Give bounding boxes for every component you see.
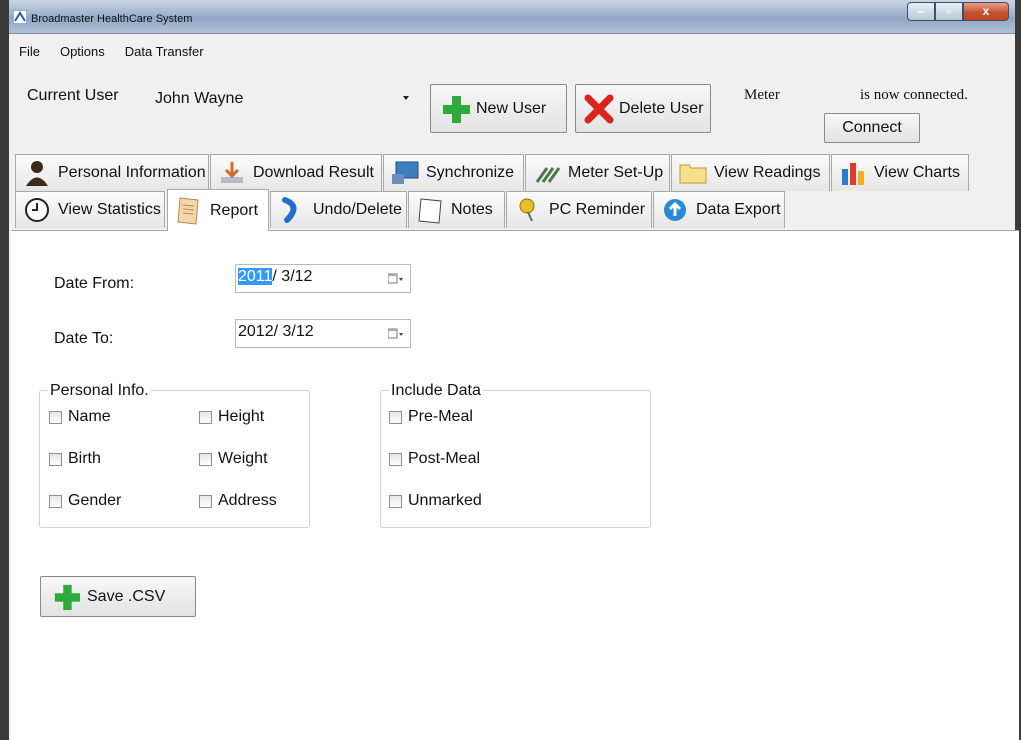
checkbox-address[interactable]: Address xyxy=(199,492,277,510)
tab-label: Undo/Delete xyxy=(313,201,402,218)
new-user-label: New User xyxy=(476,99,547,117)
plus-icon xyxy=(54,584,81,610)
minimize-icon: – xyxy=(917,4,925,18)
notes-icon xyxy=(415,195,445,225)
tab-label: View Charts xyxy=(874,164,960,181)
checkbox-gender[interactable]: Gender xyxy=(49,492,121,510)
tab-view-charts[interactable]: View Charts xyxy=(831,154,969,191)
checkbox-pre-meal[interactable]: Pre-Meal xyxy=(389,408,473,426)
calendar-dropdown-icon[interactable] xyxy=(388,328,404,340)
new-user-button[interactable]: New User xyxy=(430,84,567,133)
close-icon: x xyxy=(982,4,990,18)
download-icon xyxy=(217,158,247,188)
date-from-year-selected: 2011 xyxy=(238,268,273,285)
include-data-title: Include Data xyxy=(389,382,483,400)
save-csv-label: Save .CSV xyxy=(87,587,166,605)
tab-label: View Statistics xyxy=(58,201,161,218)
date-from-label: Date From: xyxy=(54,275,135,292)
delete-x-icon xyxy=(584,94,614,123)
tab-label: Meter Set-Up xyxy=(568,164,664,181)
tab-meter-set-up[interactable]: Meter Set-Up xyxy=(525,154,670,191)
checkbox-weight[interactable]: Weight xyxy=(199,450,268,468)
menu-options[interactable]: Options xyxy=(50,40,115,64)
tab-label: Data Export xyxy=(696,201,781,218)
date-from-rest: / 3/12 xyxy=(272,268,313,285)
clock-icon xyxy=(22,195,52,225)
tab-pc-reminder[interactable]: PC Reminder xyxy=(506,191,652,228)
tab-undo-delete[interactable]: Undo/Delete xyxy=(270,191,407,228)
tab-label: PC Reminder xyxy=(549,201,646,218)
tab-report[interactable]: Report xyxy=(167,189,269,231)
delete-user-button[interactable]: Delete User xyxy=(575,84,711,133)
checkbox-birth[interactable]: Birth xyxy=(49,450,101,468)
connect-button[interactable]: Connect xyxy=(824,113,920,143)
checkbox-height[interactable]: Height xyxy=(199,408,264,426)
save-csv-button[interactable]: Save .CSV xyxy=(40,576,196,617)
tab-download-result[interactable]: Download Result xyxy=(210,154,382,191)
tab-label: Personal Information xyxy=(58,164,206,181)
delete-user-label: Delete User xyxy=(619,99,704,117)
plus-icon xyxy=(443,95,470,123)
tab-label: Synchronize xyxy=(426,164,515,181)
bar-chart-icon xyxy=(838,158,868,188)
undo-icon xyxy=(277,195,307,225)
current-user-select[interactable]: John Wayne xyxy=(148,82,418,114)
tab-label: Report xyxy=(210,201,259,219)
checkbox-name[interactable]: Name xyxy=(49,408,111,426)
tab-label: View Readings xyxy=(714,164,821,181)
date-to-label: Date To: xyxy=(54,330,114,347)
title-bar: Broadmaster HealthCare System – ▫ x xyxy=(9,0,1015,34)
meter-label: Meter xyxy=(744,87,780,103)
date-to-picker[interactable]: 2012/ 3/12 xyxy=(235,319,411,348)
tab-notes[interactable]: Notes xyxy=(408,191,505,228)
personal-info-title: Personal Info. xyxy=(48,382,151,400)
menu-file[interactable]: File xyxy=(9,40,50,64)
app-logo-icon xyxy=(13,10,27,24)
date-from-picker[interactable]: 2011/ 3/12 xyxy=(235,264,411,293)
current-user-label: Current User xyxy=(27,87,119,104)
checkbox-unmarked[interactable]: Unmarked xyxy=(389,492,482,510)
chevron-down-icon xyxy=(403,96,409,100)
maximize-button[interactable]: ▫ xyxy=(935,2,963,21)
monitor-icon xyxy=(390,158,420,188)
tab-label: Notes xyxy=(451,201,493,218)
export-icon xyxy=(660,195,690,225)
menu-bar: File Options Data Transfer xyxy=(9,40,214,64)
menu-data-transfer[interactable]: Data Transfer xyxy=(115,40,214,64)
person-icon xyxy=(22,158,52,188)
tab-personal-information[interactable]: Personal Information xyxy=(15,154,209,191)
pin-icon xyxy=(513,195,543,225)
calendar-dropdown-icon[interactable] xyxy=(388,273,404,285)
close-button[interactable]: x xyxy=(963,2,1009,21)
tab-view-readings[interactable]: View Readings xyxy=(671,154,830,191)
current-user-value: John Wayne xyxy=(155,90,244,107)
tab-label: Download Result xyxy=(253,164,374,181)
maximize-icon: ▫ xyxy=(946,4,952,18)
tab-view-statistics[interactable]: View Statistics xyxy=(15,191,165,228)
report-icon xyxy=(174,196,204,226)
tab-synchronize[interactable]: Synchronize xyxy=(383,154,524,191)
minimize-button[interactable]: – xyxy=(907,2,935,21)
meter-status: is now connected. xyxy=(860,87,968,103)
date-to-value: 2012/ 3/12 xyxy=(238,323,314,340)
folder-icon xyxy=(678,158,708,188)
wrench-icon xyxy=(532,158,562,188)
tab-data-export[interactable]: Data Export xyxy=(653,191,785,228)
checkbox-post-meal[interactable]: Post-Meal xyxy=(389,450,480,468)
window-title: Broadmaster HealthCare System xyxy=(31,13,193,25)
